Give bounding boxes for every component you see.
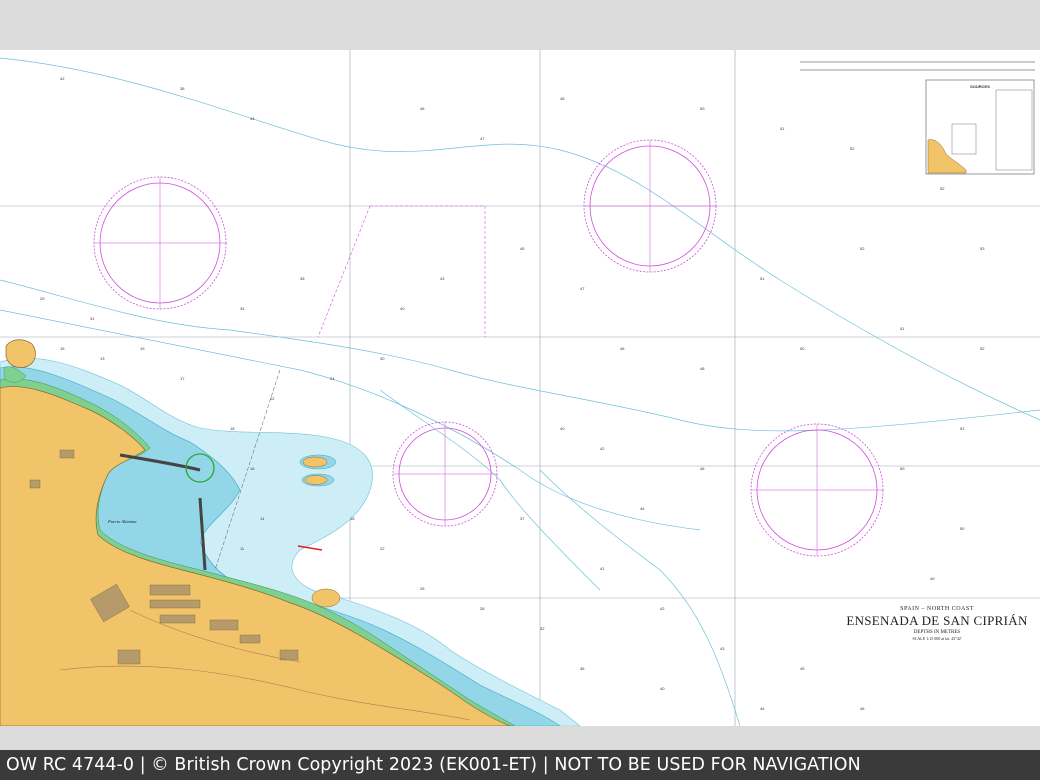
svg-text:30: 30 (380, 356, 385, 361)
svg-text:29: 29 (40, 296, 45, 301)
compass-rose-2 (583, 139, 717, 273)
svg-text:19: 19 (140, 346, 145, 351)
svg-text:52: 52 (940, 186, 945, 191)
svg-text:17: 17 (180, 376, 185, 381)
svg-text:47: 47 (580, 286, 585, 291)
headland-north (5, 339, 36, 368)
svg-text:49: 49 (930, 576, 935, 581)
restricted-area-limit (317, 205, 486, 338)
svg-text:13: 13 (100, 356, 105, 361)
svg-text:45: 45 (800, 666, 805, 671)
svg-text:46: 46 (860, 706, 865, 711)
svg-text:44: 44 (640, 506, 645, 511)
svg-text:51: 51 (780, 126, 785, 131)
svg-text:43: 43 (440, 276, 445, 281)
svg-text:48: 48 (560, 96, 565, 101)
svg-text:41: 41 (600, 566, 605, 571)
svg-text:42: 42 (60, 76, 65, 81)
svg-text:44: 44 (250, 116, 255, 121)
svg-text:40: 40 (400, 306, 405, 311)
svg-text:24: 24 (330, 376, 335, 381)
svg-text:51: 51 (760, 276, 765, 281)
svg-text:52: 52 (980, 346, 985, 351)
svg-text:43: 43 (720, 646, 725, 651)
svg-text:46: 46 (700, 466, 705, 471)
footer-bar: OW RC 4744-0 | © British Crown Copyright… (0, 750, 1040, 780)
svg-text:50: 50 (900, 466, 905, 471)
label-port: Puerto Alúmina (107, 519, 137, 524)
svg-text:51: 51 (900, 326, 905, 331)
svg-text:22: 22 (270, 396, 275, 401)
svg-text:SOURCES: SOURCES (970, 84, 990, 89)
compass-rose-4 (750, 423, 884, 557)
svg-text:50: 50 (700, 106, 705, 111)
svg-text:53: 53 (980, 246, 985, 251)
svg-text:25: 25 (420, 586, 425, 591)
svg-text:42: 42 (660, 606, 665, 611)
svg-text:18: 18 (230, 426, 235, 431)
svg-text:51: 51 (960, 426, 965, 431)
compass-rose-1 (93, 176, 227, 310)
bottom-margin-band (0, 726, 1040, 750)
svg-text:36: 36 (580, 666, 585, 671)
svg-text:37: 37 (520, 516, 525, 521)
chart-title-block: SPAIN – NORTH COAST ENSENADA DE SAN CIPR… (842, 606, 1032, 641)
svg-text:45: 45 (520, 246, 525, 251)
sources-inset: SOURCES (925, 79, 1035, 175)
svg-text:46: 46 (420, 106, 425, 111)
svg-text:40: 40 (560, 426, 565, 431)
top-margin-band (0, 0, 1040, 50)
svg-text:31: 31 (90, 316, 95, 321)
copyright-notice: OW RC 4744-0 | © British Crown Copyright… (6, 755, 861, 775)
svg-text:40: 40 (660, 686, 665, 691)
scale-bars (800, 61, 1035, 71)
svg-text:14: 14 (260, 516, 265, 521)
svg-text:34: 34 (240, 306, 245, 311)
islet-a (302, 456, 328, 468)
svg-text:38: 38 (180, 86, 185, 91)
nautical-chart[interactable]: 42 38 44 46 47 48 50 51 52 52 53 52 51 47 45 43 40 3… (0, 50, 1040, 726)
svg-text:32: 32 (540, 626, 545, 631)
svg-text:15: 15 (60, 346, 65, 351)
islet-c (311, 588, 341, 608)
depths-note: DEPTHS IN METRES (913, 630, 961, 635)
svg-text:46: 46 (620, 346, 625, 351)
compass-rose-3 (392, 421, 498, 527)
region-label: SPAIN – NORTH COAST (900, 606, 974, 612)
chart-title: ENSENADA DE SAN CIPRIÁN (846, 613, 1028, 628)
svg-text:22: 22 (380, 546, 385, 551)
svg-text:47: 47 (480, 136, 485, 141)
svg-text:44: 44 (760, 706, 765, 711)
svg-text:38: 38 (300, 276, 305, 281)
svg-text:16: 16 (250, 466, 255, 471)
scale-note: SCALE 1:15 000 at lat. 43°42' (912, 636, 962, 641)
svg-text:48: 48 (700, 366, 705, 371)
svg-text:18: 18 (350, 516, 355, 521)
islet-b (304, 475, 328, 485)
svg-text:52: 52 (850, 146, 855, 151)
svg-text:28: 28 (480, 606, 485, 611)
svg-text:42: 42 (600, 446, 605, 451)
svg-text:50: 50 (800, 346, 805, 351)
svg-text:50: 50 (960, 526, 965, 531)
svg-text:52: 52 (860, 246, 865, 251)
